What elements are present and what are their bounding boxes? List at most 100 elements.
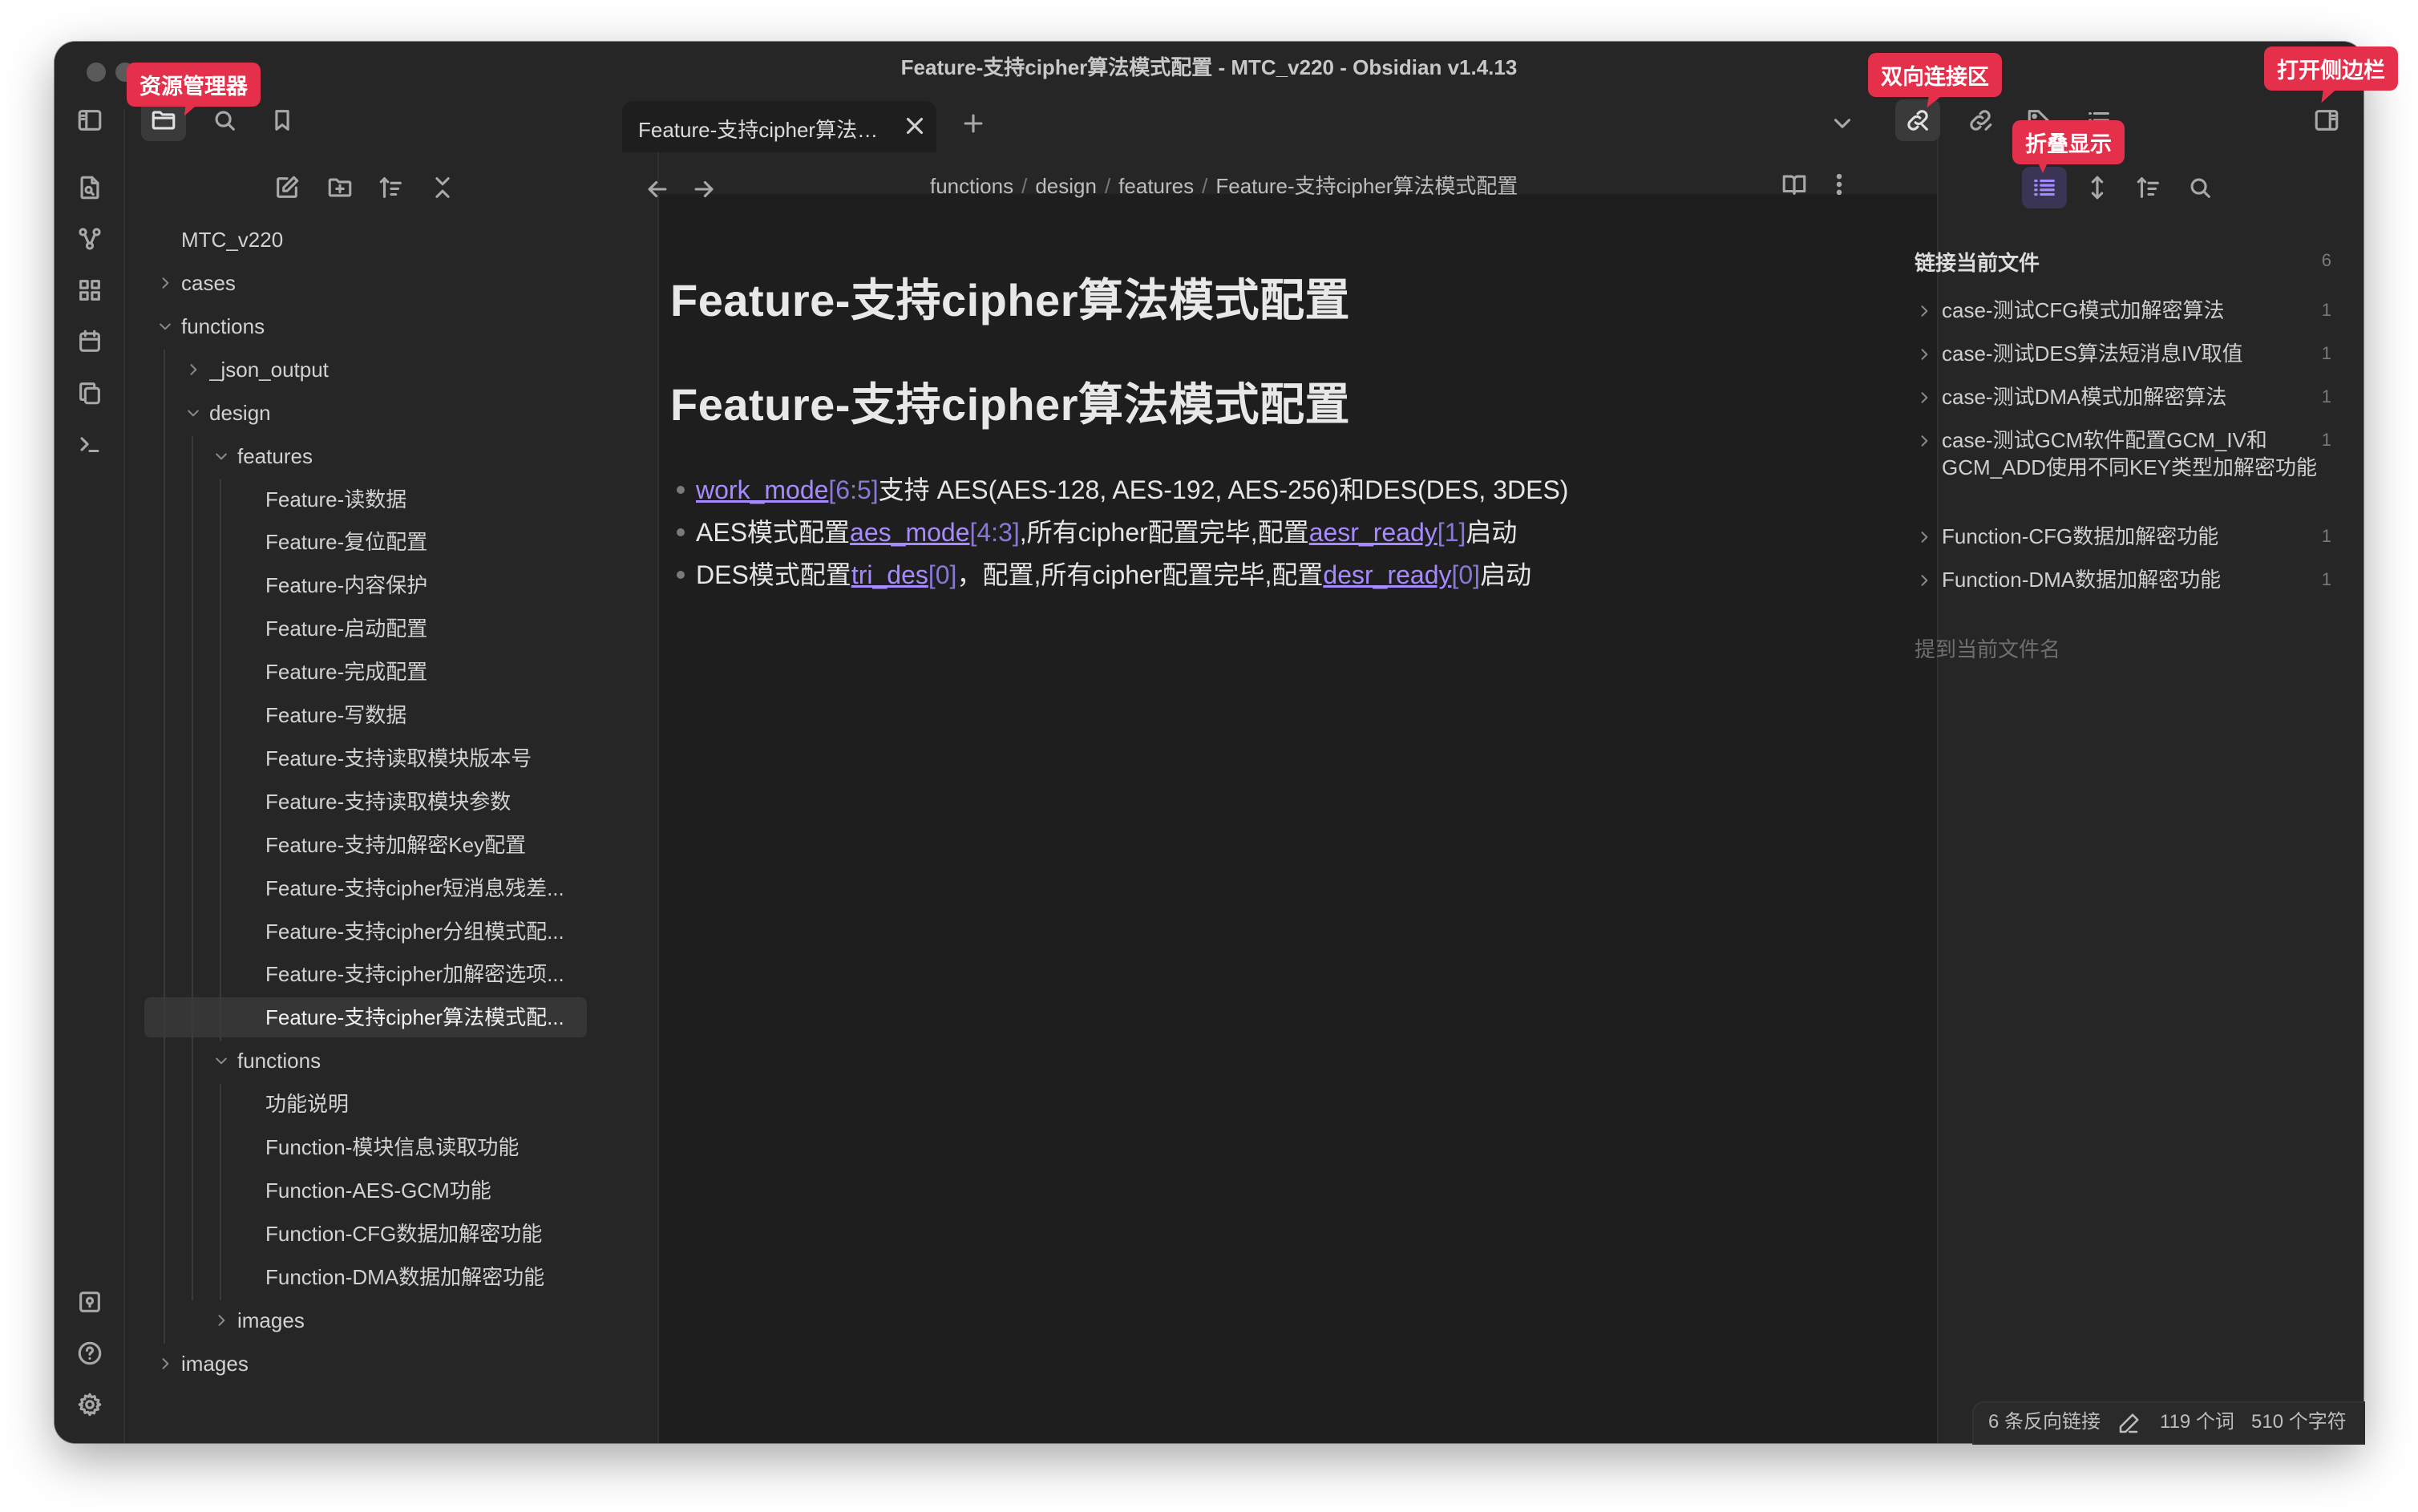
folder-toggle[interactable] (213, 1053, 229, 1069)
tree-file[interactable]: Feature-支持cipher加解密选项... (265, 954, 585, 994)
search-backlinks-button[interactable] (2177, 167, 2222, 208)
tree-folder[interactable]: functions (237, 1041, 585, 1081)
tree-file[interactable]: Function-CFG数据加解密功能 (265, 1214, 585, 1254)
navigate-back-button[interactable] (635, 168, 680, 210)
tree-file[interactable]: Feature-复位配置 (265, 522, 585, 562)
navigate-forward-button[interactable] (681, 168, 726, 210)
tree-folder[interactable]: cases (181, 263, 585, 303)
new-tab-button[interactable] (951, 103, 996, 144)
folder-toggle[interactable] (213, 1312, 229, 1328)
list-item: DES模式配置tri_des[0]，配置,所有cipher配置完毕,配置desr… (677, 555, 1531, 592)
internal-link[interactable]: aes_mode (850, 518, 969, 547)
tree-file[interactable]: Feature-内容保护 (265, 565, 585, 605)
tree-file[interactable]: Feature-支持cipher短消息残差... (265, 868, 585, 908)
backlink-item[interactable]: case-测试DMA模式加解密算法 (1942, 383, 2319, 410)
backlink-expand-toggle[interactable] (1916, 529, 1932, 545)
tree-file[interactable]: Function-AES-GCM功能 (265, 1170, 585, 1211)
internal-link[interactable]: desr_ready (1323, 560, 1451, 589)
backlink-item[interactable]: case-测试CFG模式加解密算法 (1942, 297, 2319, 324)
toggle-left-sidebar-button[interactable] (67, 99, 112, 141)
open-graph-view-button[interactable] (67, 218, 112, 260)
editing-mode-status[interactable] (2117, 1411, 2141, 1435)
tree-file[interactable]: Feature-支持cipher算法模式配... (265, 997, 585, 1037)
new-folder-button[interactable] (317, 167, 362, 208)
open-quick-switcher-button[interactable] (67, 167, 112, 208)
tree-file[interactable]: Feature-支持读取模块版本号 (265, 738, 585, 778)
tree-file[interactable]: Feature-完成配置 (265, 652, 585, 692)
inline-title[interactable]: Feature-支持cipher算法模式配置 (670, 265, 1350, 329)
more-options-button[interactable] (1817, 164, 1862, 205)
linked-mentions-title[interactable]: 链接当前文件 (1915, 247, 2040, 277)
close-tab-button[interactable] (901, 112, 928, 139)
bookmark-icon (275, 110, 289, 131)
backlink-expand-toggle[interactable] (1916, 390, 1932, 406)
backlink-expand-toggle[interactable] (1916, 303, 1932, 319)
tree-file[interactable]: Function-模块信息读取功能 (265, 1127, 585, 1167)
tree-file[interactable]: Feature-写数据 (265, 695, 585, 735)
folder-toggle[interactable] (213, 448, 229, 464)
change-sort-button[interactable] (2126, 167, 2171, 208)
open-daily-note-button[interactable] (67, 321, 112, 362)
internal-link[interactable]: tri_des (851, 560, 928, 589)
tree-folder[interactable]: functions (181, 306, 585, 346)
folder-toggle[interactable] (185, 405, 201, 421)
unlinked-mentions-title[interactable]: 提到当前文件名 (1915, 633, 2060, 663)
chevron-down-icon (1834, 119, 1851, 128)
breadcrumb-current[interactable]: Feature-支持cipher算法模式配置 (1215, 174, 1518, 198)
bullet-icon (677, 570, 685, 579)
collapse-all-button[interactable] (420, 167, 465, 208)
bit-range: [1] (1437, 518, 1466, 547)
backlink-item[interactable]: Function-CFG数据加解密功能 (1942, 523, 2319, 550)
breadcrumb-item[interactable]: functions (930, 174, 1013, 198)
reading-view-button[interactable] (1772, 164, 1817, 205)
tree-folder[interactable]: features (237, 436, 585, 476)
tree-file[interactable]: Feature-支持读取模块参数 (265, 782, 585, 822)
tree-file[interactable]: Feature-读数据 (265, 479, 585, 519)
tree-file[interactable]: Feature-启动配置 (265, 608, 585, 649)
vault-name[interactable]: MTC_v220 (181, 220, 283, 260)
show-more-context-button[interactable] (2075, 167, 2120, 208)
list-text: 启动 (1480, 560, 1532, 589)
backlink-expand-toggle[interactable] (1916, 346, 1932, 362)
tab-list-button[interactable] (1820, 103, 1865, 144)
internal-link[interactable]: aesr_ready (1309, 518, 1437, 547)
breadcrumb-item[interactable]: design (1035, 174, 1097, 198)
backlink-item[interactable]: case-测试DES算法短消息IV取值 (1942, 340, 2319, 367)
settings-button[interactable] (67, 1384, 112, 1425)
bullet-icon (677, 485, 685, 494)
insert-template-button[interactable] (67, 372, 112, 414)
tree-folder[interactable]: _json_output (209, 350, 585, 390)
new-note-button[interactable] (265, 167, 309, 208)
switch-vault-button[interactable] (67, 1281, 112, 1323)
tree-folder[interactable]: images (181, 1344, 585, 1384)
backlink-item[interactable]: case-测试GCM软件配置GCM_IV和GCM_ADD使用不同KEY类型加解密… (1942, 427, 2319, 481)
folder-toggle[interactable] (157, 318, 173, 334)
outgoing-links-tab-button[interactable] (1958, 99, 2003, 141)
backlink-expand-toggle[interactable] (1916, 433, 1932, 449)
sort-button[interactable] (369, 167, 414, 208)
list-item: AES模式配置aes_mode[4:3],所有cipher配置完毕,配置aesr… (677, 512, 1517, 549)
backlink-expand-toggle[interactable] (1916, 572, 1932, 588)
open-canvas-button[interactable] (67, 269, 112, 311)
indent-guide (220, 1084, 221, 1300)
search-icon (2190, 178, 2210, 198)
bookmarks-tab-button[interactable] (260, 99, 305, 141)
tree-folder[interactable]: design (209, 393, 585, 433)
folder-toggle[interactable] (185, 362, 201, 378)
open-command-palette-button[interactable] (67, 423, 112, 465)
internal-link[interactable]: work_mode (696, 475, 828, 504)
tab-current-note[interactable]: Feature-支持cipher算法模式配置 (622, 101, 936, 152)
tree-file[interactable]: Feature-支持加解密Key配置 (265, 825, 585, 865)
folder-toggle[interactable] (157, 1356, 173, 1372)
tree-file[interactable]: Function-DMA数据加解密功能 (265, 1257, 585, 1297)
backlink-count-status[interactable]: 6 条反向链接 (1988, 1403, 2101, 1441)
collapse-icon (435, 177, 450, 198)
help-button[interactable] (67, 1332, 112, 1374)
backlink-item[interactable]: Function-DMA数据加解密功能 (1942, 566, 2319, 593)
list-collapse-icon (2034, 179, 2055, 196)
breadcrumb-item[interactable]: features (1118, 174, 1194, 198)
tree-file[interactable]: 功能说明 (265, 1084, 585, 1124)
tree-file[interactable]: Feature-支持cipher分组模式配... (265, 912, 585, 952)
tree-folder[interactable]: images (237, 1300, 585, 1340)
folder-toggle[interactable] (157, 275, 173, 291)
